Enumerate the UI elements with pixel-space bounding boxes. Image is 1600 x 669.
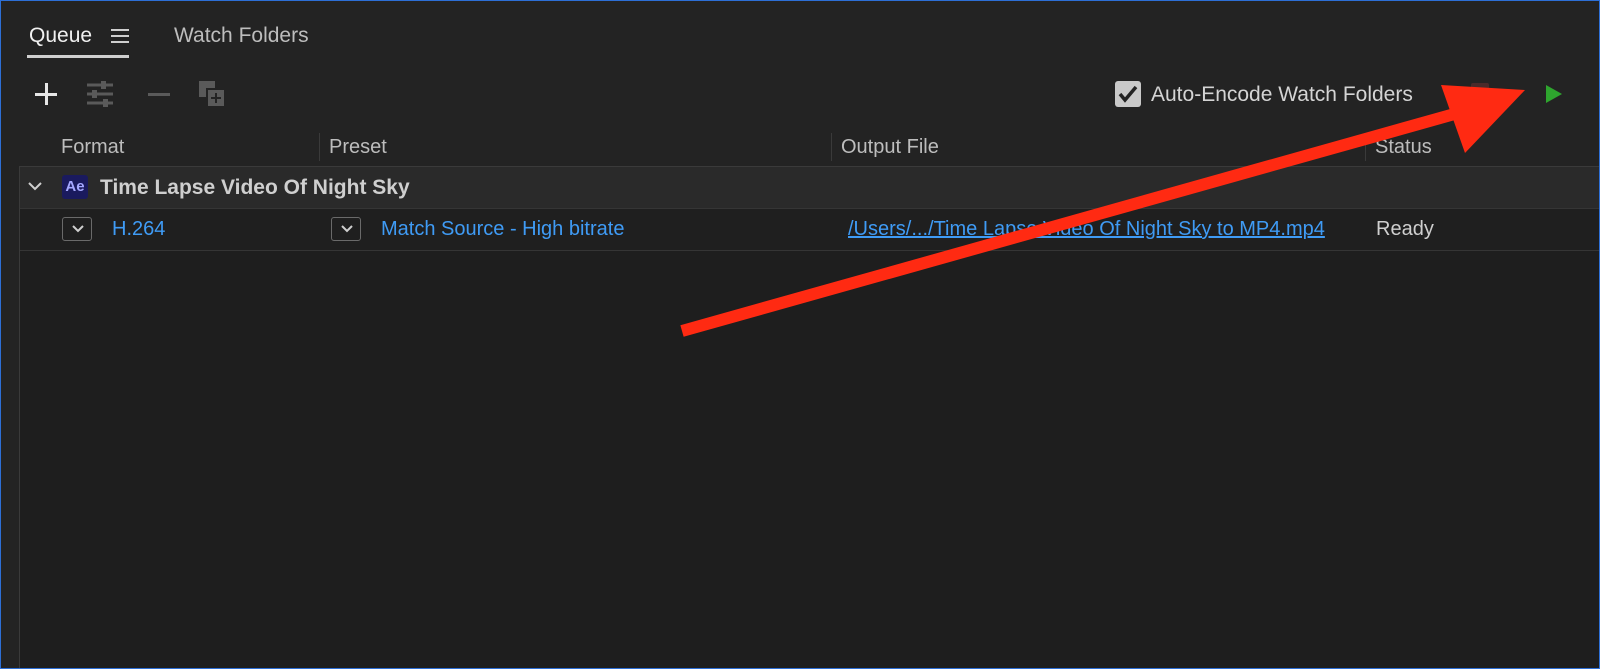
column-separator[interactable] <box>831 133 832 161</box>
stop-queue-button[interactable] <box>1471 83 1489 101</box>
ae-badge: Ae <box>62 175 88 199</box>
duplicate-icon <box>199 81 226 108</box>
preset-dropdown-button[interactable] <box>331 217 361 241</box>
remove-button[interactable] <box>144 79 174 109</box>
column-header-format[interactable]: Format <box>61 129 124 165</box>
format-link[interactable]: H.264 <box>112 209 165 250</box>
group-expand-toggle[interactable] <box>26 179 44 193</box>
chevron-down-icon <box>341 225 353 233</box>
settings-icon <box>87 81 113 107</box>
output-file-link[interactable]: /Users/.../Time Lapse Video Of Night Sky… <box>848 209 1325 250</box>
queue-settings-button[interactable] <box>85 79 115 109</box>
tab-watch-folders[interactable]: Watch Folders <box>174 21 309 51</box>
duplicate-button[interactable] <box>197 79 227 109</box>
tab-queue[interactable]: Queue <box>29 21 92 51</box>
panel-tabs: Queue Watch Folders <box>1 1 1599 61</box>
source-title: Time Lapse Video Of Night Sky <box>100 176 410 199</box>
column-separator[interactable] <box>1365 133 1366 161</box>
chevron-down-icon <box>28 182 42 191</box>
column-header-output-file[interactable]: Output File <box>841 129 939 165</box>
menu-icon[interactable] <box>111 29 129 45</box>
format-dropdown-button[interactable] <box>62 217 92 241</box>
queue-group-row[interactable]: Ae Time Lapse Video Of Night Sky <box>20 167 1599 209</box>
checkmark-icon <box>1118 85 1138 103</box>
preset-link[interactable]: Match Source - High bitrate <box>381 209 624 250</box>
add-source-button[interactable] <box>31 79 61 109</box>
queue-item-row[interactable]: H.264 Match Source - High bitrate /Users… <box>20 209 1599 251</box>
status-text: Ready <box>1376 218 1434 240</box>
auto-encode-checkbox[interactable] <box>1115 81 1141 107</box>
start-queue-button[interactable] <box>1543 83 1565 105</box>
auto-encode-label: Auto-Encode Watch Folders <box>1151 83 1413 106</box>
column-separator[interactable] <box>319 133 320 161</box>
chevron-down-icon <box>72 225 84 233</box>
active-tab-indicator <box>27 55 129 58</box>
column-header-preset[interactable]: Preset <box>329 129 387 165</box>
queue-list[interactable]: Ae Time Lapse Video Of Night Sky H.264 M… <box>19 166 1599 668</box>
column-header-status[interactable]: Status <box>1375 129 1432 165</box>
play-icon <box>1546 85 1562 103</box>
queue-panel: Queue Watch Folders Auto-Encode Watch Fo… <box>0 0 1600 669</box>
